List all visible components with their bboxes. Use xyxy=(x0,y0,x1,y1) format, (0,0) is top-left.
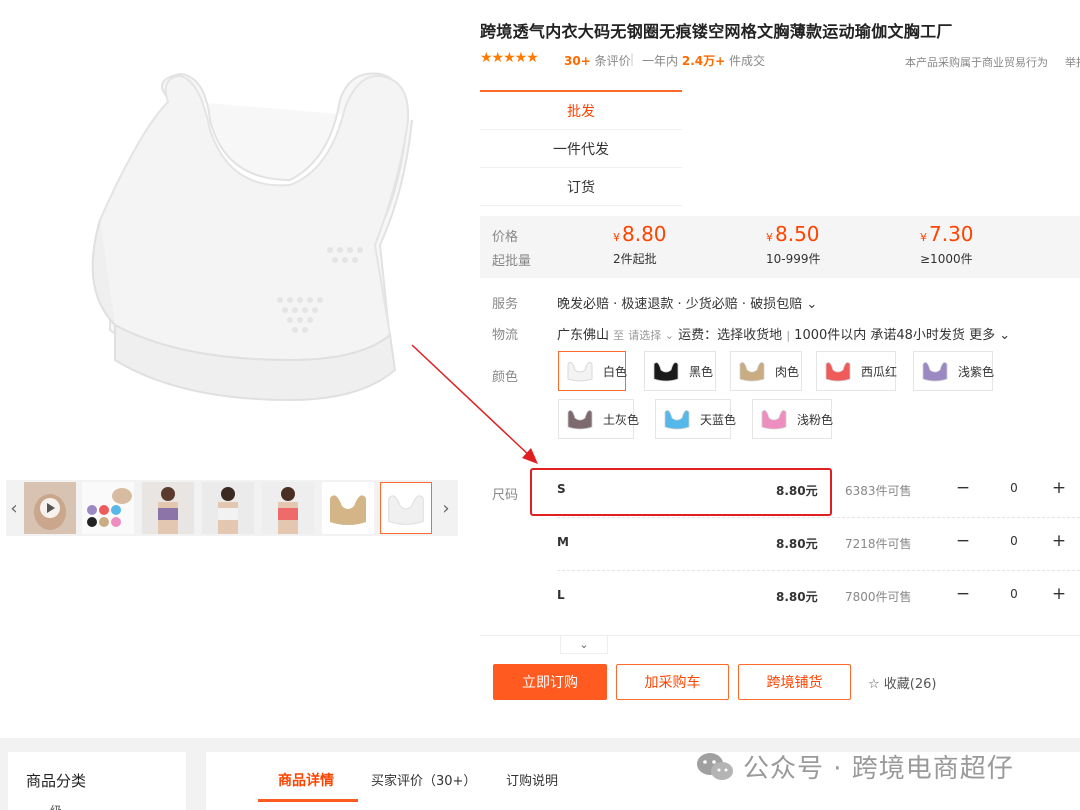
favorite-button[interactable]: ☆ 收藏(26) xyxy=(868,673,936,692)
wechat-icon xyxy=(697,752,733,780)
crossborder-listing-button[interactable]: 跨境铺货 xyxy=(738,664,851,700)
star-outline-icon: ☆ xyxy=(868,677,880,692)
category-sub[interactable]: 一级 xyxy=(38,802,62,810)
product-page: ‹ › 跨境透气内衣大码无钢圈无痕镂空网格文胸薄款运动瑜伽文胸工厂 ★★★★★ … xyxy=(0,0,1080,810)
category-panel: 商品分类 一级 xyxy=(8,752,186,810)
add-to-cart-button[interactable]: 加采购车 xyxy=(616,664,729,700)
favorite-label: 收藏(26) xyxy=(883,677,937,692)
tab-product-details[interactable]: 商品详情 xyxy=(278,770,334,790)
tab-order-info[interactable]: 订购说明 xyxy=(506,770,558,789)
buy-now-button[interactable]: 立即订购 xyxy=(493,664,607,700)
tab-buyer-reviews[interactable]: 买家评价（30+） xyxy=(371,770,476,789)
watermark-text: 公众号 · 跨境电商超仔 xyxy=(743,754,1014,784)
watermark: 公众号 · 跨境电商超仔 xyxy=(695,748,1014,785)
active-tab-indicator xyxy=(258,799,358,802)
category-title: 商品分类 xyxy=(26,772,87,790)
